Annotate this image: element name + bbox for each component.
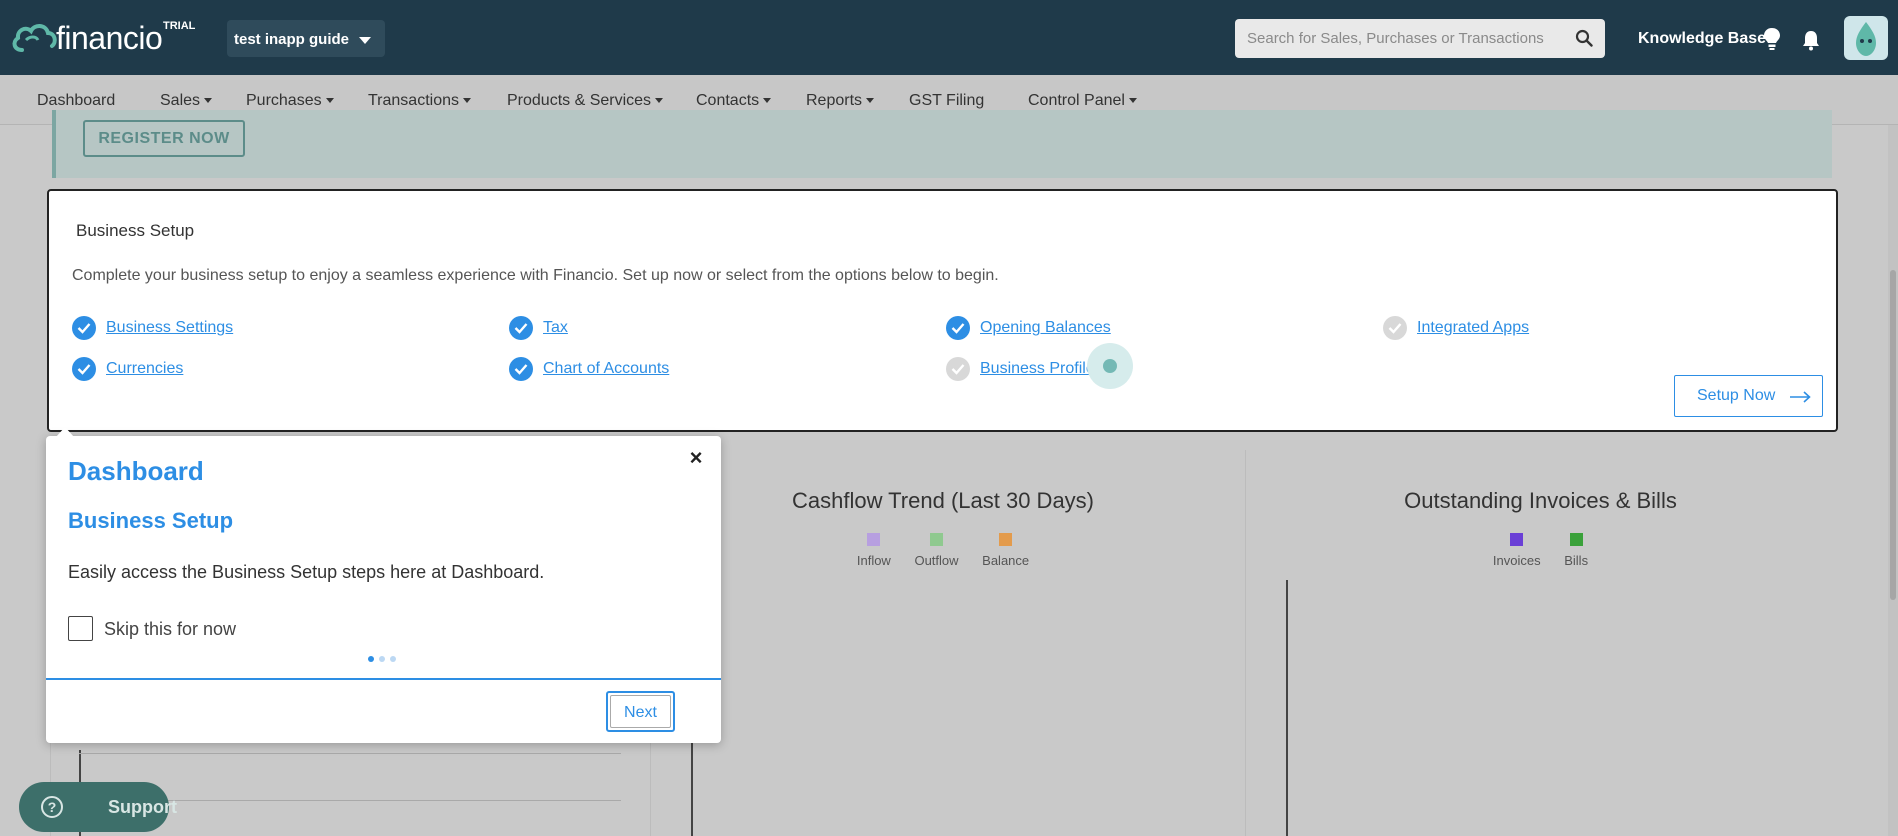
- legend-bills[interactable]: Bills: [1564, 533, 1588, 568]
- nav-control-panel[interactable]: Control Panel: [1028, 92, 1137, 110]
- search-icon[interactable]: [1575, 29, 1593, 47]
- guide-body-text: Easily access the Business Setup steps h…: [68, 562, 545, 582]
- step-indicator: [368, 656, 408, 664]
- financio-logo[interactable]: financio: [12, 18, 172, 58]
- check-circle-icon: [1383, 316, 1407, 340]
- logo-wordmark: financio: [56, 20, 163, 56]
- avatar-icon: [1856, 22, 1876, 56]
- step-dot: [368, 656, 374, 662]
- cashflow-chart-panel: Cashflow Trend (Last 30 Days) Inflow Out…: [650, 450, 1235, 836]
- caret-down-icon: [463, 98, 471, 104]
- close-icon[interactable]: ×: [686, 447, 706, 469]
- legend-swatch: [1510, 533, 1524, 546]
- legend-invoices[interactable]: Invoices: [1493, 533, 1541, 568]
- check-circle-icon: [509, 357, 533, 381]
- setup-now-button[interactable]: Setup Now: [1674, 375, 1823, 417]
- scrollbar-thumb[interactable]: [1890, 270, 1896, 600]
- legend-balance[interactable]: Balance: [982, 533, 1029, 568]
- in-app-guide-tooltip: Dashboard × Business Setup Easily access…: [46, 427, 721, 743]
- legend-inflow[interactable]: Inflow: [857, 533, 891, 568]
- skip-checkbox[interactable]: [68, 616, 93, 641]
- business-setup-title: Business Setup: [76, 221, 195, 240]
- check-circle-icon: [72, 316, 96, 340]
- check-circle-icon: [509, 316, 533, 340]
- beacon-dot: [1103, 359, 1117, 373]
- caret-down-icon: [1128, 98, 1137, 104]
- nav-sales[interactable]: Sales: [160, 92, 213, 110]
- check-circle-icon: [946, 316, 970, 340]
- outstanding-legend: Invoices Bills: [1246, 533, 1835, 568]
- business-setup-description: Complete your business setup to enjoy a …: [72, 267, 999, 284]
- help-icon: ?: [41, 796, 63, 818]
- step-dot: [379, 656, 385, 662]
- opening-balances-link[interactable]: Opening Balances: [980, 319, 1111, 337]
- chevron-down-icon: [359, 37, 371, 44]
- guide-subtitle: Business Setup: [68, 508, 234, 533]
- guide-hotspot-beacon[interactable]: [1087, 343, 1133, 389]
- cloud-logo-icon: [12, 24, 57, 52]
- organization-name: test inapp guide: [234, 31, 350, 48]
- guide-divider: [46, 678, 721, 680]
- search-input[interactable]: [1235, 19, 1555, 58]
- arrow-right-icon: [1790, 391, 1811, 403]
- nav-purchases[interactable]: Purchases: [246, 92, 334, 110]
- nav-contacts[interactable]: Contacts: [696, 92, 772, 110]
- global-search: [1235, 19, 1605, 58]
- trial-badge: TRIAL: [163, 20, 196, 32]
- support-label: Support: [108, 797, 177, 817]
- currencies-link[interactable]: Currencies: [106, 360, 183, 378]
- caret-down-icon: [866, 98, 875, 104]
- tooltip-pointer: [56, 427, 74, 437]
- bell-icon[interactable]: [1800, 29, 1822, 51]
- legend-outflow[interactable]: Outflow: [914, 533, 959, 568]
- support-button[interactable]: ? Support: [19, 782, 177, 832]
- guide-title: Dashboard: [68, 456, 204, 486]
- nav-transactions[interactable]: Transactions: [368, 92, 471, 110]
- caret-down-icon: [204, 98, 213, 104]
- top-bar: financio TRIAL test inapp guide Knowledg…: [0, 0, 1898, 75]
- legend-swatch: [1569, 533, 1583, 546]
- nav-products-services[interactable]: Products & Services: [507, 92, 664, 110]
- tax-link[interactable]: Tax: [543, 319, 568, 337]
- nav-reports[interactable]: Reports: [806, 92, 875, 110]
- user-avatar[interactable]: [1844, 16, 1888, 60]
- business-profile-link[interactable]: Business Profile: [980, 360, 1095, 378]
- legend-swatch: [929, 533, 943, 546]
- business-setup-card: Business Setup Complete your business se…: [47, 189, 1838, 432]
- chart-axis: [1286, 580, 1288, 836]
- chart-gridline: [79, 753, 621, 754]
- chart-of-accounts-link[interactable]: Chart of Accounts: [543, 360, 669, 378]
- outstanding-chart-title: Outstanding Invoices & Bills: [1404, 488, 1677, 513]
- register-now-button[interactable]: REGISTER NOW: [83, 120, 245, 157]
- knowledge-base-link[interactable]: Knowledge Base: [1638, 30, 1766, 48]
- nav-dashboard[interactable]: Dashboard: [37, 92, 115, 110]
- skip-label: Skip this for now: [104, 619, 237, 639]
- caret-down-icon: [655, 98, 664, 104]
- lightbulb-icon[interactable]: [1763, 27, 1781, 51]
- integrated-apps-link[interactable]: Integrated Apps: [1417, 319, 1529, 337]
- legend-swatch: [867, 533, 881, 546]
- business-settings-link[interactable]: Business Settings: [106, 319, 233, 337]
- caret-down-icon: [325, 98, 334, 104]
- register-banner: REGISTER NOW: [52, 110, 1832, 178]
- legend-swatch: [999, 533, 1013, 546]
- next-button[interactable]: Next: [606, 691, 675, 732]
- cashflow-chart-title: Cashflow Trend (Last 30 Days): [791, 488, 1095, 513]
- check-circle-icon: [72, 357, 96, 381]
- step-dot: [390, 656, 396, 662]
- organization-select[interactable]: test inapp guide: [227, 20, 385, 57]
- nav-gst-filing[interactable]: GST Filing: [909, 92, 984, 110]
- outstanding-chart-panel: Outstanding Invoices & Bills Invoices Bi…: [1245, 450, 1835, 836]
- caret-down-icon: [763, 98, 772, 104]
- check-circle-icon: [946, 357, 970, 381]
- page-scrollbar[interactable]: [1888, 125, 1898, 836]
- cashflow-legend: Inflow Outflow Balance: [651, 533, 1235, 568]
